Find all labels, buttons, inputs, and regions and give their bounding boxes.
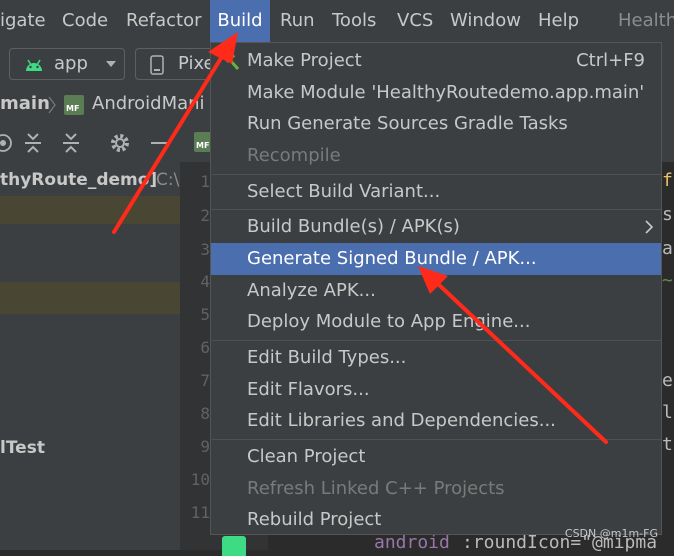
annotation-arrow-build bbox=[112, 32, 238, 234]
annotation-arrow-generate-signed bbox=[418, 266, 608, 444]
annotation-arrows bbox=[112, 32, 608, 444]
watermark: CSDN @m1m-FG bbox=[564, 527, 658, 540]
